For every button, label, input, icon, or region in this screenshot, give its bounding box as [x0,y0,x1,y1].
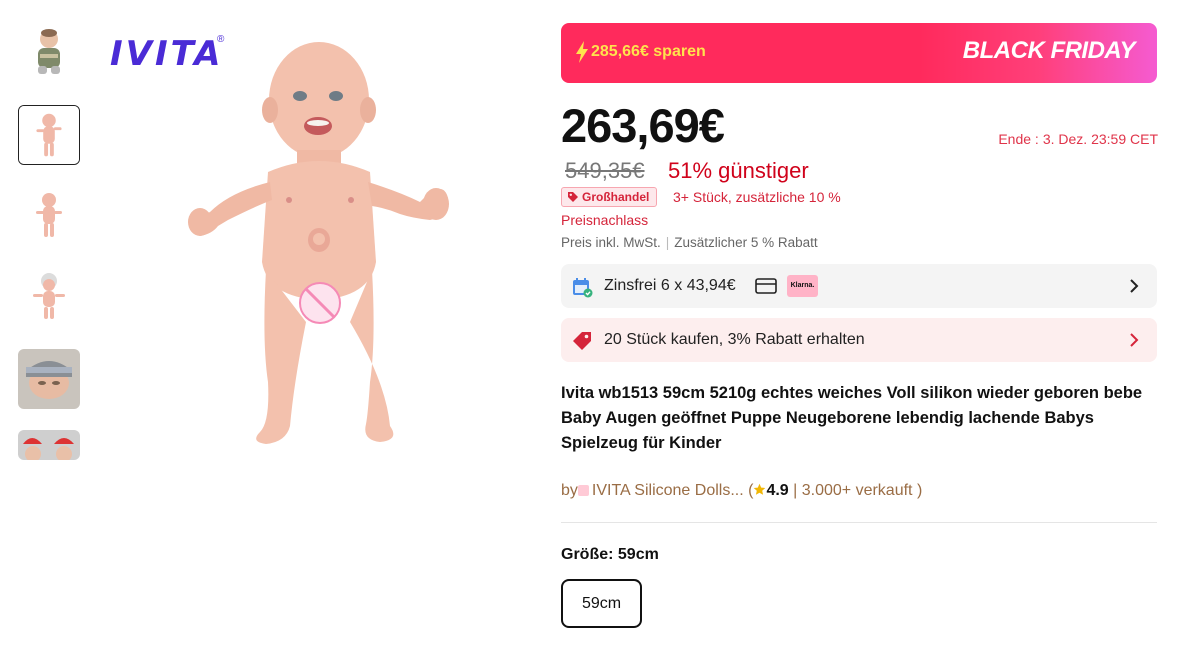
thumbnail-4[interactable] [18,267,80,327]
installment-row[interactable]: Zinsfrei 6 x 43,94€ Klarna. [561,264,1157,308]
divider [561,522,1157,523]
thumbnail-6[interactable] [18,430,80,460]
brand-logo: IVITA [110,34,224,74]
main-product-image[interactable] [100,22,540,462]
sale-end-time: Ende :3. Dez. 23:59 CET [994,131,1158,147]
chevron-right-icon [1130,333,1139,347]
extra-discount: Zusätzlicher 5 % Rabatt [674,235,818,250]
original-price: 549,35€ [565,158,645,183]
klarna-logo: Klarna. [787,275,818,297]
installment-text: Zinsfrei 6 x 43,94€ [604,277,736,294]
black-friday-label: BLACK FRIDAY [962,37,1136,64]
bulk-offer-row[interactable]: 20 Stück kaufen, 3% Rabatt erhalten [561,318,1157,362]
tax-included: Preis inkl. MwSt. [561,235,661,250]
seller-by: by [561,482,578,499]
lightning-icon [576,41,588,63]
price-tag-icon [573,332,591,350]
thumbnail-5[interactable] [18,349,80,409]
tax-info: Preis inkl. MwSt. | Zusätzlicher 5 % Rabat… [561,235,818,250]
sale-end-label: Ende : [998,131,1039,147]
savings-text: 285,66€ sparen [591,43,706,60]
discount-percent: 51% günstiger [668,158,809,183]
size-option-59cm[interactable]: 59cm [561,579,642,628]
chevron-right-icon [1130,279,1139,293]
black-friday-banner: 285,66€ sparen BLACK FRIDAY [561,23,1157,83]
bulk-offer-text: 20 Stück kaufen, 3% Rabatt erhalten [604,331,865,348]
thumbnail-1[interactable] [18,22,80,82]
size-label: Größe: 59cm [561,546,659,563]
product-title: Ivita wb1513 59cm 5210g echtes weiches V… [561,384,1143,452]
thumbnail-3[interactable] [18,185,80,245]
bulk-discount-text: 3+ Stück, zusätzliche 10 % [673,189,841,205]
current-price: 263,69€ [561,99,725,152]
seller-info: by IVITA Silicone Dolls... (4.9 | 3.000+ … [561,482,922,500]
separator: | [665,235,670,250]
sold-count: | 3.000+ verkauft ) [788,482,923,499]
wholesale-label: Großhandel [582,190,650,204]
sale-end-value: 3. Dez. 23:59 CET [1042,131,1158,147]
store-icon [577,485,589,496]
seller-link[interactable]: IVITA Silicone Dolls... [592,482,744,499]
thumbnail-2[interactable] [18,105,80,165]
credit-card-icon [755,278,777,294]
star-icon [754,483,766,495]
bulk-discount-sub: Preisnachlass [561,212,649,228]
baby-doll-image [100,22,540,462]
seller-rating: 4.9 [766,482,789,499]
tag-icon [568,192,578,202]
calendar-icon [573,278,593,298]
registered-mark: ® [217,34,225,45]
seller-open-paren: ( [743,482,754,499]
wholesale-badge: Großhandel [561,187,658,207]
